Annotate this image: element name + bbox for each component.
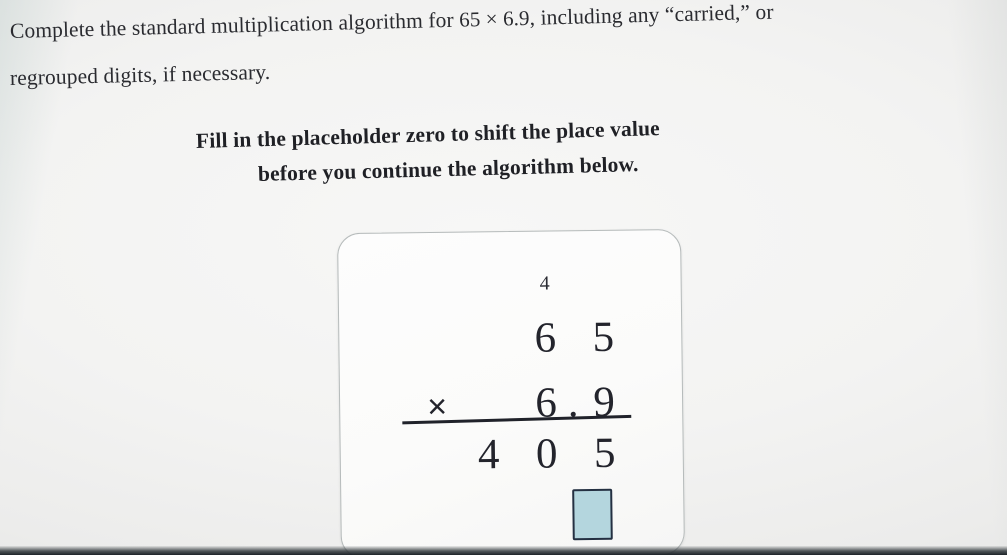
prompt-text-before: Complete the standard multiplication alg… (9, 7, 460, 43)
multiplicand-ones-digit: 5 (592, 313, 615, 361)
partial-product-tens-digit: 0 (535, 430, 558, 478)
prompt-line-2: regrouped digits, if necessary. (9, 59, 271, 90)
worksheet-photo: Complete the standard multiplication alg… (0, 0, 1007, 555)
multiplicand-tens-digit: 6 (534, 314, 557, 362)
prompt-line-1: Complete the standard multiplication alg… (10, 0, 774, 44)
prompt-expression: 65 × 6.9 (458, 5, 530, 32)
carried-digit: 4 (539, 272, 550, 295)
multiplication-operator: × (426, 387, 448, 427)
answer-input-box[interactable] (572, 488, 613, 541)
partial-product-hundreds-digit: 4 (477, 431, 500, 479)
prompt-text-after: , including any “carried,” or (529, 0, 774, 30)
multiplication-algorithm-card: 4 6 5 × 6 . 9 4 0 5 (337, 228, 685, 555)
instruction-line-1: Fill in the placeholder zero to shift th… (195, 116, 661, 153)
partial-product-ones-digit: 5 (593, 429, 616, 477)
photo-bottom-edge (0, 546, 1007, 555)
instruction-line-2: before you continue the algorithm below. (257, 152, 639, 186)
